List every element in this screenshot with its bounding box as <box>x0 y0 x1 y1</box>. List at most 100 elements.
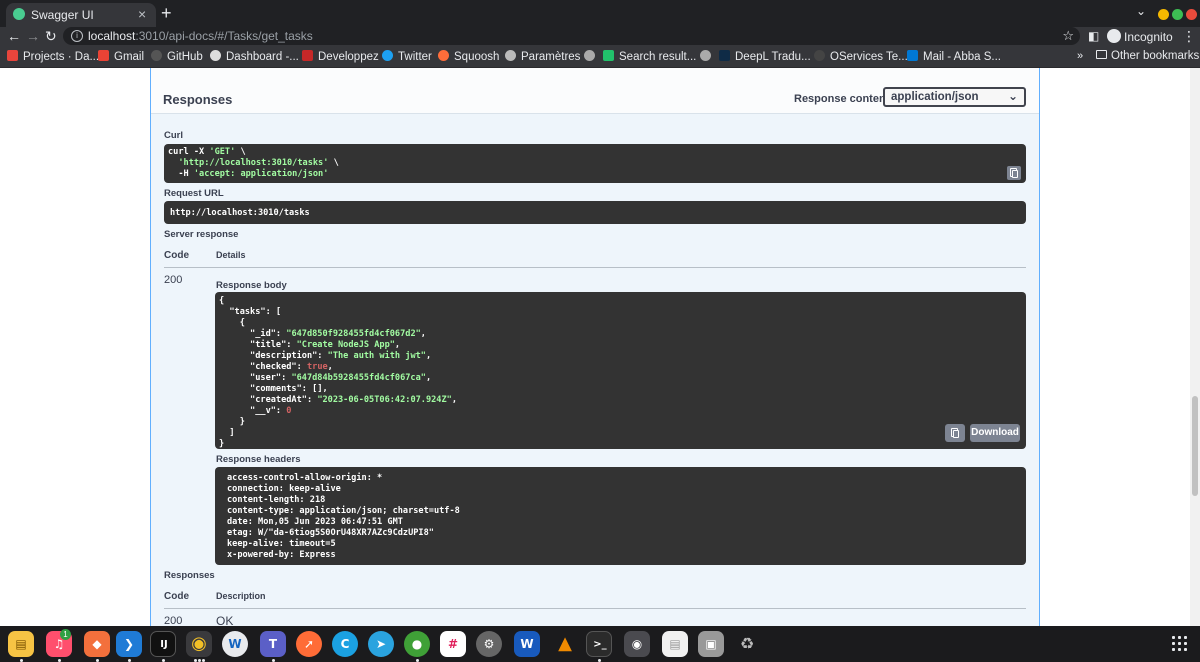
doc-description: OK <box>216 614 234 626</box>
screenshot-app-icon[interactable]: ◉ <box>624 631 650 657</box>
more-bookmarks-button[interactable]: » <box>1077 50 1083 62</box>
bookmark-oservices[interactable]: OServices Te... <box>814 50 908 63</box>
drive-app-icon[interactable]: ▣ <box>698 631 724 657</box>
bookmark-globe-2[interactable] <box>700 50 716 63</box>
toolbar: ← → ↻ i localhost:3010/api-docs/#/Tasks/… <box>0 27 1200 47</box>
curl-block[interactable]: curl -X 'GET' \ 'http://localhost:3010/t… <box>164 144 1026 183</box>
terminal-app-icon[interactable]: >_ <box>586 631 612 657</box>
other-bookmarks-folder[interactable]: Other bookmarks <box>1096 50 1199 62</box>
tab-search-chevron-icon[interactable]: ⌄ <box>1136 4 1146 18</box>
browser-app-icon[interactable]: C <box>332 631 358 657</box>
curl-line: curl -X 'GET' \ <box>168 147 246 157</box>
bookmark-twitter[interactable]: Twitter <box>382 50 432 63</box>
dock: ▤ ♫ ◆ ❯ IJ ◉ W T ➚ C ➤ ● # ⚙ W ▲ >_ ◉ ▤ … <box>0 626 1200 662</box>
tab-close-button[interactable]: × <box>138 6 146 22</box>
header-line: date: Mon,05 Jun 2023 06:47:51 GMT <box>227 517 403 527</box>
download-button[interactable]: Download <box>970 424 1020 442</box>
json-line: } <box>219 417 245 427</box>
writer-app-icon[interactable]: W <box>222 631 248 657</box>
header-line: content-type: application/json; charset=… <box>227 506 460 516</box>
response-headers-block[interactable]: access-control-allow-origin: * connectio… <box>215 467 1026 565</box>
content-type-select[interactable]: application/json ⌄ <box>883 87 1026 107</box>
postman-app-icon[interactable]: ➚ <box>296 631 322 657</box>
files-app-icon[interactable]: ▤ <box>8 631 34 657</box>
doc-col-description-header: Description <box>216 591 266 601</box>
json-line: "createdAt": "2023-06-05T06:42:07.924Z", <box>219 395 458 405</box>
header-line: etag: W/"da-6tiog5S0OrU48XR7AZc9CdzUPI8" <box>227 528 434 538</box>
json-line: "tasks": [ <box>219 307 282 317</box>
back-arrow-icon[interactable]: ← <box>7 27 21 45</box>
col-details-header: Details <box>216 250 246 260</box>
server-response-label: Server response <box>164 229 239 240</box>
new-tab-button[interactable]: + <box>161 3 172 23</box>
bookmark-github[interactable]: GitHub <box>151 50 203 63</box>
scrollbar-thumb[interactable] <box>1192 396 1198 496</box>
maximize-button[interactable] <box>1172 9 1183 20</box>
menu-kebab-icon[interactable]: ⋮ <box>1182 27 1196 45</box>
bookmark-dashboard[interactable]: Dashboard -... <box>210 50 299 63</box>
side-panel-icon[interactable]: ◧ <box>1088 27 1099 45</box>
vscode-app-icon[interactable]: ❯ <box>116 631 142 657</box>
response-body-block[interactable]: { "tasks": [ { "_id": "647d850f928455fd4… <box>215 292 1026 449</box>
bookmark-globe[interactable] <box>584 50 600 63</box>
close-window-button[interactable] <box>1186 9 1197 20</box>
json-line: "user": "647d84b5928455fd4cf067ca", <box>219 373 432 383</box>
json-line: "title": "Create NodeJS App", <box>219 340 401 350</box>
mongodb-app-icon[interactable]: ● <box>404 631 430 657</box>
incognito-icon[interactable] <box>1107 29 1121 43</box>
slack-app-icon[interactable]: # <box>440 631 466 657</box>
bookmark-parametres[interactable]: Paramètres <box>505 50 580 63</box>
git-app-icon[interactable]: ◆ <box>84 631 110 657</box>
minimize-button[interactable] <box>1158 9 1169 20</box>
copy-curl-button[interactable] <box>1007 166 1021 180</box>
url-text: localhost:3010/api-docs/#/Tasks/get_task… <box>88 29 313 43</box>
site-info-icon[interactable]: i <box>71 30 83 42</box>
bookmark-developpez[interactable]: Developpez <box>302 50 379 63</box>
word-app-icon[interactable]: W <box>514 631 540 657</box>
document-viewer-app-icon[interactable]: ▤ <box>662 631 688 657</box>
tab-swagger[interactable]: Swagger UI × <box>6 3 156 27</box>
bookmark-squoosh[interactable]: Squoosh <box>438 50 499 63</box>
address-bar[interactable]: i localhost:3010/api-docs/#/Tasks/get_ta… <box>63 27 1080 45</box>
teams-app-icon[interactable]: T <box>260 631 286 657</box>
request-url-block[interactable]: http://localhost:3010/tasks <box>164 201 1026 224</box>
telegram-app-icon[interactable]: ➤ <box>368 631 394 657</box>
request-url-label: Request URL <box>164 188 224 199</box>
bookmarks-bar: Projects · Da... Gmail GitHub Dashboard … <box>0 47 1200 68</box>
divider <box>164 267 1026 268</box>
copy-body-button[interactable] <box>945 424 965 442</box>
status-code: 200 <box>164 274 183 286</box>
curl-label: Curl <box>164 130 183 141</box>
header-line: x-powered-by: Express <box>227 550 336 560</box>
divider <box>164 608 1026 609</box>
json-line: { <box>219 296 225 306</box>
intellij-app-icon[interactable]: IJ <box>150 631 176 657</box>
chrome-app-icon[interactable]: ◉ <box>186 631 212 657</box>
curl-line: 'http://localhost:3010/tasks' \ <box>178 158 339 168</box>
header-line: access-control-allow-origin: * <box>227 473 383 483</box>
bookmark-gmail[interactable]: Gmail <box>98 50 144 63</box>
bookmark-mail[interactable]: Mail - Abba S... <box>907 50 1001 63</box>
app-grid-icon[interactable] <box>1172 636 1188 652</box>
bookmark-star-icon[interactable]: ☆ <box>1062 28 1074 44</box>
response-body-label: Response body <box>216 280 287 291</box>
doc-col-code-header: Code <box>164 591 189 602</box>
incognito-label: Incognito <box>1124 30 1173 44</box>
doc-status-code: 200 <box>164 615 183 626</box>
bookmark-projects[interactable]: Projects · Da... <box>7 50 99 63</box>
trash-app-icon[interactable]: ♻ <box>734 631 760 657</box>
forward-arrow-icon[interactable]: → <box>26 27 40 45</box>
json-line: "_id": "647d850f928455fd4cf067d2", <box>219 329 426 339</box>
vlc-app-icon[interactable]: ▲ <box>552 631 578 657</box>
reload-icon[interactable]: ↻ <box>45 27 57 45</box>
json-line: "comments": [], <box>219 384 328 394</box>
settings-app-icon[interactable]: ⚙ <box>476 631 502 657</box>
scrollbar[interactable] <box>1190 68 1200 626</box>
tab-title: Swagger UI <box>31 8 94 22</box>
bookmark-deepl[interactable]: DeepL Tradu... <box>719 50 811 63</box>
header-line: content-length: 218 <box>227 495 326 505</box>
notification-badge: 1 <box>60 629 71 640</box>
bookmark-search-result[interactable]: Search result... <box>603 50 696 63</box>
operation-get-tasks: Responses Response content type applicat… <box>150 68 1040 626</box>
header-line: connection: keep-alive <box>227 484 341 494</box>
